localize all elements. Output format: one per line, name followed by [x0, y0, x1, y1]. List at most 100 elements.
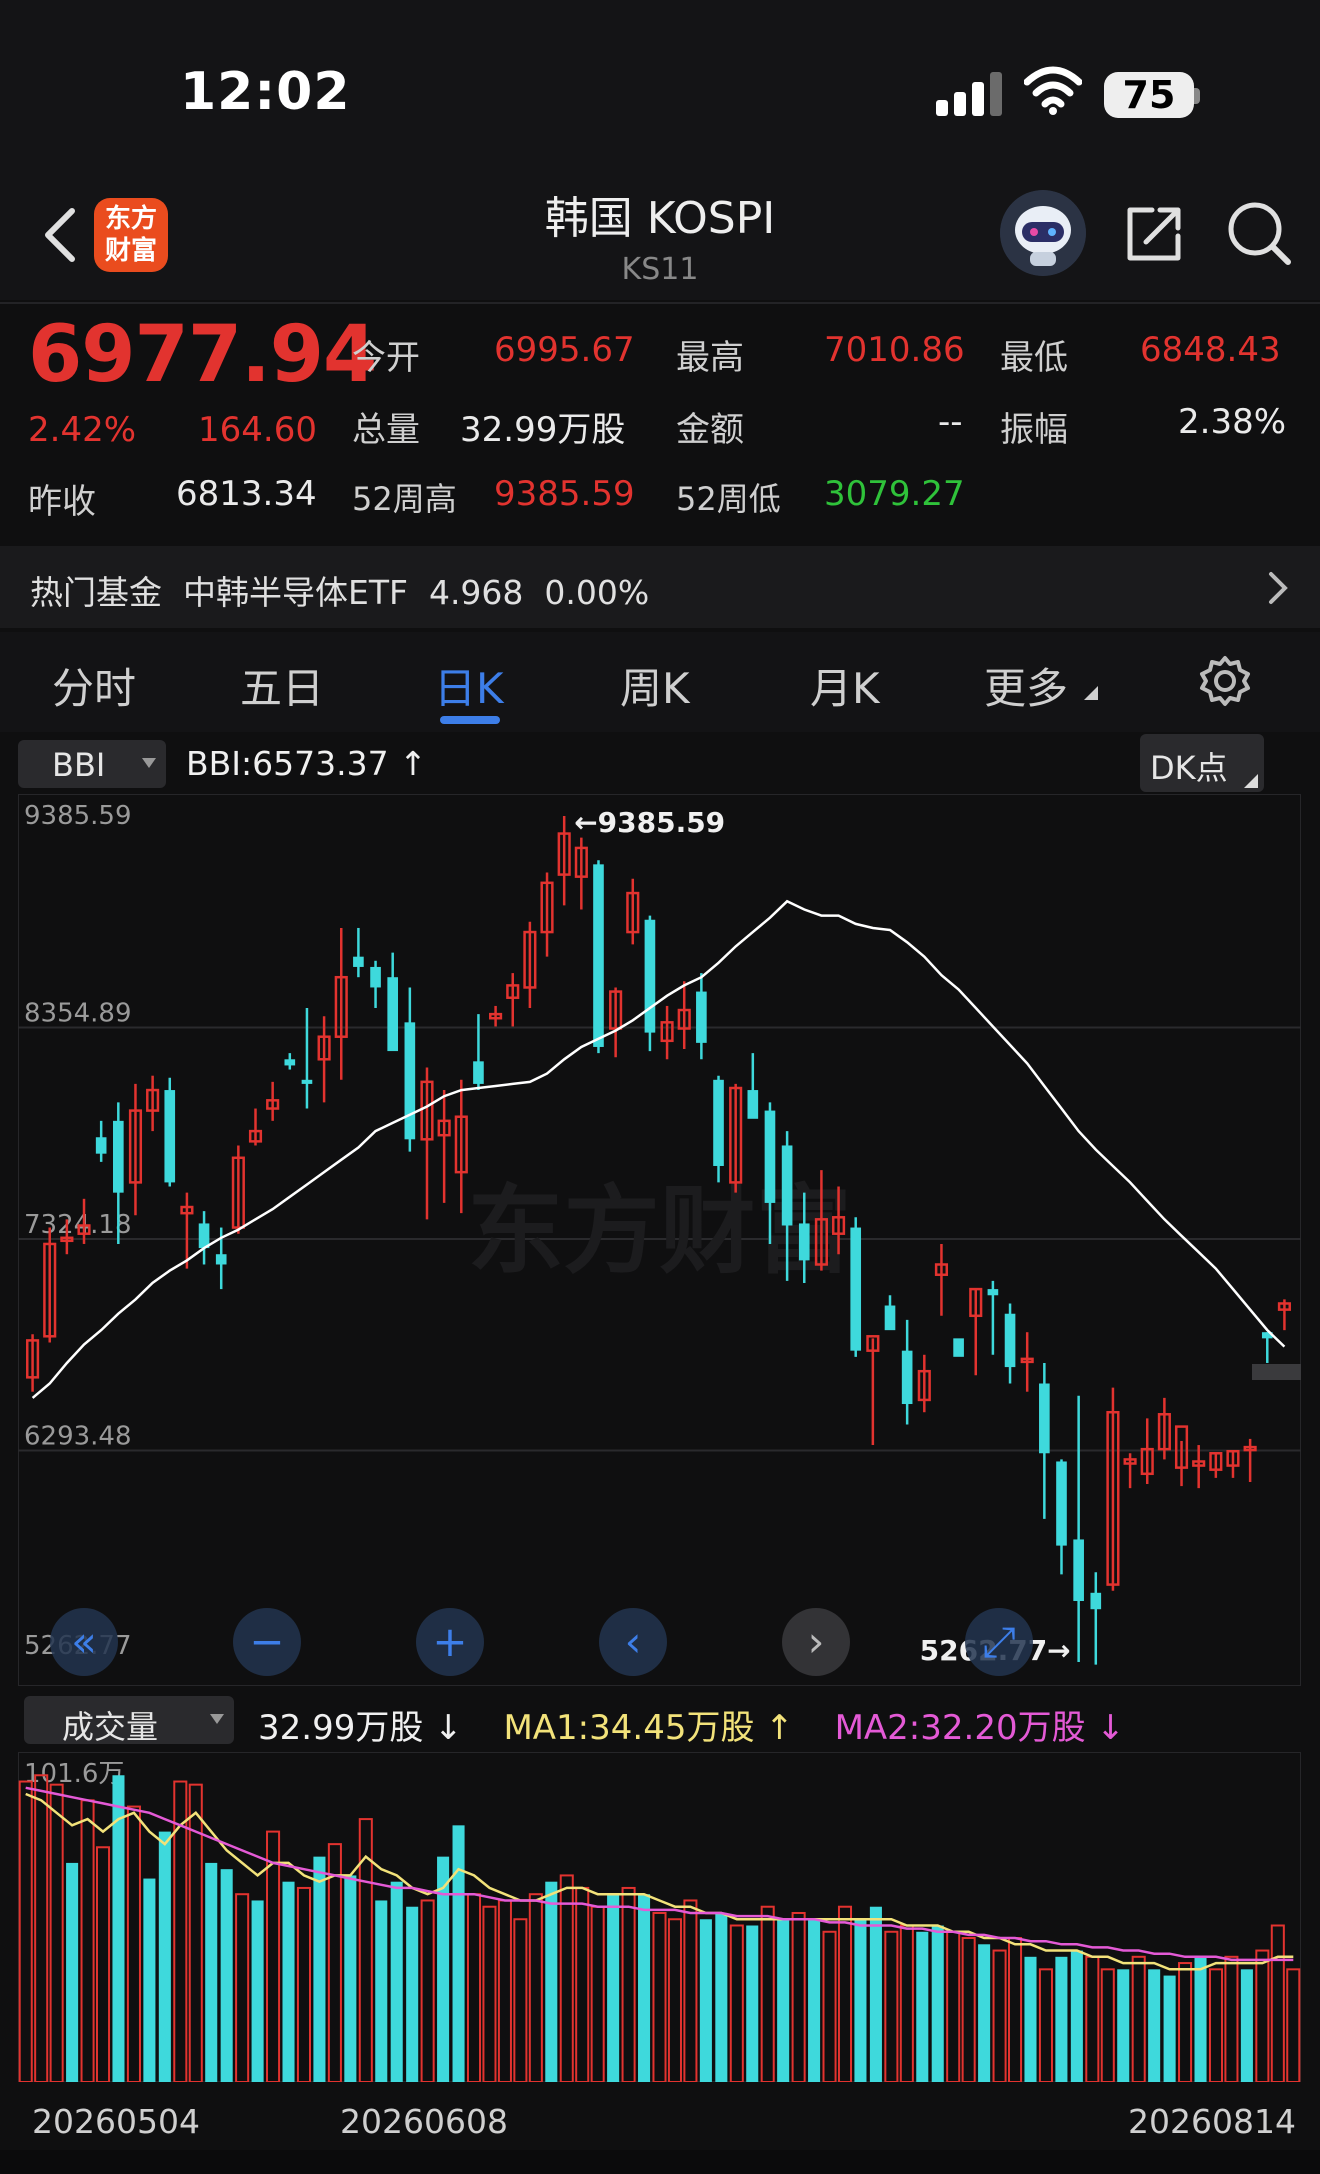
volume-bar-down: [344, 1875, 357, 2082]
dropdown-caret-icon: [210, 1714, 224, 1724]
rewind-icon[interactable]: «: [50, 1608, 118, 1676]
battery-indicator: 75: [1104, 72, 1194, 118]
candle-body-down: [696, 991, 707, 1043]
volume-bar-down: [869, 1906, 882, 2082]
volume-current: 32.99万股 ↓: [258, 1708, 463, 1748]
home-indicator-area: [0, 2150, 1320, 2174]
prev-close-label: 昨收: [28, 482, 96, 522]
candle-body-down: [953, 1338, 964, 1357]
volume-bar-down: [854, 1919, 867, 2082]
open-value: 6995.67: [494, 330, 635, 370]
dk-point-label: DK点: [1150, 749, 1228, 787]
candle-body-down: [164, 1090, 176, 1183]
volume-ma2: MA2:32.20万股 ↓: [834, 1708, 1125, 1748]
volume-bar-down: [746, 1925, 759, 2082]
dk-caret-icon: [1244, 774, 1258, 788]
candle-body-down: [370, 966, 381, 988]
volume-bar-down: [916, 1931, 929, 2082]
tab-weekly-k[interactable]: 周K: [620, 655, 690, 716]
chevron-right-icon[interactable]: [1266, 570, 1290, 606]
tab-daily-k[interactable]: 日K: [434, 655, 504, 716]
share-icon[interactable]: [1124, 204, 1184, 264]
date-label-mid: 20260608: [340, 2102, 508, 2141]
volume-bar-down: [406, 1906, 419, 2082]
volume-label: 总量: [352, 410, 420, 450]
volume-bar-down: [715, 1912, 728, 2082]
volume-bar-down: [978, 1944, 991, 2082]
cellular-signal-icon: [936, 72, 1002, 116]
battery-tip: [1194, 88, 1200, 104]
candle-body-down: [404, 1022, 416, 1140]
volume-top-label: 101.6万: [24, 1759, 124, 1789]
search-icon[interactable]: [1226, 200, 1292, 266]
candle-body-down: [215, 1254, 227, 1265]
volume-bar-down: [1194, 1956, 1207, 2082]
chevron-right-icon[interactable]: ›: [782, 1608, 850, 1676]
assistant-robot-icon[interactable]: [1000, 190, 1086, 276]
volume-bar-down: [1240, 1969, 1253, 2082]
candle-body-down: [284, 1059, 296, 1066]
change-percent: 2.42%: [28, 410, 137, 450]
dk-point-button[interactable]: DK点: [1140, 734, 1264, 792]
zoom-in-icon[interactable]: +: [416, 1608, 484, 1676]
volume-bar-down: [220, 1869, 233, 2082]
candle-body-down: [798, 1223, 810, 1261]
candle-body-down: [473, 1061, 484, 1084]
tab-five-day[interactable]: 五日: [240, 655, 324, 716]
candle-body-down: [1039, 1383, 1050, 1454]
dropdown-caret-icon: [142, 758, 156, 768]
candle-body-down: [644, 919, 656, 1033]
volume-bar-down: [66, 1862, 79, 2082]
amplitude-label: 振幅: [1000, 410, 1068, 450]
y-tick-label: 6293.48: [24, 1422, 132, 1452]
candle-body-down: [593, 864, 604, 1047]
control-button-glyph: −: [249, 1617, 284, 1666]
last-price: 6977.94: [28, 310, 377, 400]
page-title: 韩国 KOSPI: [544, 193, 776, 244]
change-amount: 164.60: [198, 410, 317, 450]
hot-fund-text: 热门基金 中韩半导体ETF 4.968 0.00%: [30, 573, 650, 612]
volume-bar-down: [452, 1825, 465, 2082]
volume-value: 32.99万股: [460, 410, 626, 450]
indicator-select-label: BBI: [52, 746, 106, 784]
volume-bar-down: [1163, 1975, 1176, 2082]
candle-body-down: [987, 1289, 999, 1296]
amplitude-value: 2.38%: [1178, 402, 1287, 442]
zoom-out-icon[interactable]: −: [233, 1608, 301, 1676]
open-label: 今开: [352, 338, 420, 378]
high-annotation: ←9385.59: [574, 806, 725, 839]
chevron-left-icon[interactable]: ‹: [599, 1608, 667, 1676]
volume-bar-down: [282, 1881, 295, 2082]
control-button-glyph: ‹: [625, 1617, 642, 1666]
amount-label: 金额: [676, 410, 744, 450]
volume-bar-chart[interactable]: 101.6万: [18, 1752, 1301, 2082]
tab-monthly-k[interactable]: 月K: [810, 655, 880, 716]
candle-body-down: [301, 1079, 313, 1084]
watermark-text: 东方财富: [468, 1175, 852, 1287]
volume-ma1: MA1:34.45万股 ↑: [503, 1708, 794, 1748]
date-label-start: 20260504: [32, 2102, 200, 2141]
active-tab-indicator: [440, 716, 500, 724]
volume-bar-down: [808, 1919, 821, 2082]
volume-indicator-select[interactable]: 成交量: [24, 1696, 234, 1746]
expand-icon[interactable]: ⤢: [965, 1608, 1033, 1676]
candle-body-down: [1073, 1539, 1084, 1602]
volume-bar-down: [313, 1856, 326, 2082]
volume-bar-down: [143, 1878, 156, 2082]
high-value: 7010.86: [824, 330, 965, 370]
volume-bar-down: [251, 1900, 264, 2082]
volume-bar-down: [390, 1881, 403, 2082]
volume-bar-down: [638, 1894, 651, 2082]
control-button-glyph: «: [71, 1617, 97, 1666]
tab-intraday[interactable]: 分时: [52, 655, 136, 716]
candlestick-chart[interactable]: 9385.598354.897324.186293.485262.77东方财富←…: [18, 794, 1301, 1686]
volume-bar-down: [205, 1862, 218, 2082]
divider: [0, 302, 1320, 304]
low-value: 6848.43: [1140, 330, 1281, 370]
gear-icon[interactable]: [1198, 654, 1252, 708]
amount-value: --: [938, 402, 963, 442]
indicator-select[interactable]: BBI: [18, 740, 166, 788]
y-tick-label: 8354.89: [24, 999, 132, 1029]
volume-bar-down: [1055, 1956, 1068, 2082]
tab-more[interactable]: 更多: [984, 655, 1068, 716]
